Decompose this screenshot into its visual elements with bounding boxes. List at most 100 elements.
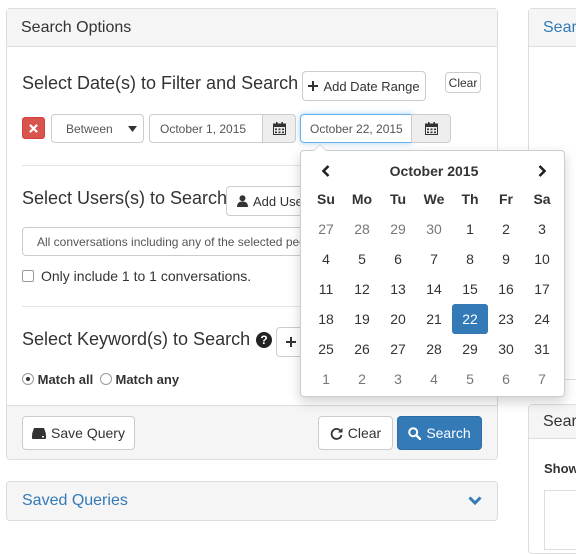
datepicker-day[interactable]: 5 — [452, 364, 488, 394]
datepicker-day[interactable]: 3 — [380, 364, 416, 394]
datepicker-day[interactable]: 7 — [524, 364, 560, 394]
datepicker-day[interactable]: 29 — [452, 334, 488, 364]
datepicker-day[interactable]: 8 — [452, 244, 488, 274]
keywords-heading: Select Keyword(s) to Search ? — [22, 329, 273, 350]
chevron-left-icon[interactable] — [308, 165, 344, 177]
match-any-label: Match any — [115, 372, 180, 387]
datepicker-day-selected[interactable]: 22 — [452, 304, 488, 334]
datepicker-day[interactable]: 28 — [344, 214, 380, 244]
datepicker-day[interactable]: 19 — [344, 304, 380, 334]
weekday-header: Mo — [351, 191, 373, 207]
clear-dates-label: Clear — [448, 75, 478, 90]
saved-queries-panel[interactable]: Saved Queries — [6, 481, 498, 521]
datepicker-day[interactable]: 16 — [488, 274, 524, 304]
datepicker-day[interactable]: 30 — [416, 214, 452, 244]
datepicker-day[interactable]: 10 — [524, 244, 560, 274]
close-icon — [29, 123, 38, 133]
datepicker-day[interactable]: 28 — [416, 334, 452, 364]
datepicker-day[interactable]: 12 — [344, 274, 380, 304]
datepicker-day[interactable]: 30 — [488, 334, 524, 364]
datepicker-day[interactable]: 4 — [416, 364, 452, 394]
match-options: Match all Match any — [22, 372, 179, 387]
refresh-icon — [330, 427, 343, 440]
datepicker-day[interactable]: 1 — [452, 214, 488, 244]
datepicker-day[interactable]: 14 — [416, 274, 452, 304]
start-date-calendar-button[interactable] — [262, 114, 296, 143]
datepicker-day[interactable]: 7 — [416, 244, 452, 274]
show-entries-label: Show — [544, 461, 576, 476]
weekday-header: Fr — [499, 191, 513, 207]
datepicker-week-row: 18 19 20 21 22 23 24 — [308, 304, 560, 334]
datepicker-day[interactable]: 23 — [488, 304, 524, 334]
datepicker-month-label[interactable]: October 2015 — [390, 163, 479, 179]
add-date-range-label: Add Date Range — [323, 78, 420, 94]
datepicker-grid: Su Mo Tu We Th Fr Sa 27 28 29 30 1 2 3 4 5 6 7 8 9 10… — [308, 184, 560, 394]
datepicker-day[interactable]: 6 — [488, 364, 524, 394]
results-table-stub — [544, 490, 576, 550]
datepicker-header: October 2015 — [308, 157, 560, 185]
chevron-right-icon[interactable] — [524, 165, 560, 177]
datepicker-day[interactable]: 2 — [488, 214, 524, 244]
svg-text:?: ? — [260, 333, 267, 347]
datepicker-day[interactable]: 17 — [524, 274, 560, 304]
datepicker-weekdays: Su Mo Tu We Th Fr Sa — [308, 184, 560, 214]
plus-icon — [308, 81, 319, 91]
remove-date-filter-button[interactable] — [22, 117, 45, 139]
datepicker-day[interactable]: 9 — [488, 244, 524, 274]
users-select-placeholder: All conversations including any of the s… — [37, 234, 322, 249]
hdd-icon — [32, 427, 47, 439]
save-query-label: Save Query — [51, 425, 125, 441]
datepicker-day[interactable]: 15 — [452, 274, 488, 304]
datepicker-day[interactable]: 21 — [416, 304, 452, 334]
datepicker-day[interactable]: 11 — [308, 274, 344, 304]
datepicker-day[interactable]: 2 — [344, 364, 380, 394]
weekday-header: Th — [461, 191, 479, 207]
search-icon — [408, 426, 422, 440]
end-date-value: October 22, 2015 — [310, 121, 403, 136]
search-button[interactable]: Search — [397, 416, 482, 450]
datepicker-day[interactable]: 18 — [308, 304, 344, 334]
datepicker-day[interactable]: 4 — [308, 244, 344, 274]
results-panel-bottom: Sear Show — [528, 404, 576, 554]
end-date-input[interactable]: October 22, 2015 — [300, 114, 412, 143]
datepicker-day[interactable]: 27 — [380, 334, 416, 364]
plus-icon — [286, 337, 296, 347]
datepicker-week-row: 11 12 13 14 15 16 17 — [308, 274, 560, 304]
question-circle-icon[interactable]: ? — [256, 331, 273, 348]
datepicker-day[interactable]: 20 — [380, 304, 416, 334]
datepicker-day[interactable]: 24 — [524, 304, 560, 334]
datepicker-day[interactable]: 31 — [524, 334, 560, 364]
datepicker-week-row: 4 5 6 7 8 9 10 — [308, 244, 560, 274]
one-to-one-checkbox[interactable] — [22, 270, 34, 282]
user-icon — [237, 195, 248, 207]
weekday-header: Sa — [533, 191, 551, 207]
clear-dates-button[interactable]: Clear — [445, 72, 481, 93]
datepicker-day[interactable]: 13 — [380, 274, 416, 304]
datepicker-day[interactable]: 25 — [308, 334, 344, 364]
datepicker-day[interactable]: 27 — [308, 214, 344, 244]
datepicker-day[interactable]: 3 — [524, 214, 560, 244]
match-any-radio[interactable] — [99, 373, 112, 385]
results-panel-top-heading: Sear — [529, 9, 576, 47]
start-date-input[interactable]: October 1, 2015 — [149, 114, 263, 143]
results-panel-top-title: Sear — [543, 18, 576, 36]
saved-queries-heading[interactable]: Saved Queries — [7, 482, 497, 520]
datepicker-day[interactable]: 26 — [344, 334, 380, 364]
datepicker-day[interactable]: 29 — [380, 214, 416, 244]
end-date-calendar-button[interactable] — [411, 114, 451, 143]
datepicker-day[interactable]: 5 — [344, 244, 380, 274]
save-query-button[interactable]: Save Query — [22, 416, 135, 450]
match-all-radio[interactable] — [22, 373, 34, 385]
datepicker-day[interactable]: 6 — [380, 244, 416, 274]
chevron-down-icon — [468, 496, 482, 506]
search-label: Search — [426, 425, 471, 441]
add-date-range-button[interactable]: Add Date Range — [302, 71, 426, 101]
weekday-header: We — [423, 191, 445, 207]
datepicker-day[interactable]: 1 — [308, 364, 344, 394]
date-mode-value: Between — [66, 121, 113, 136]
start-date-value: October 1, 2015 — [160, 121, 247, 136]
clear-button[interactable]: Clear — [318, 416, 393, 450]
dates-heading: Select Date(s) to Filter and Search — [22, 73, 299, 93]
keywords-heading-text: Select Keyword(s) to Search — [22, 329, 251, 349]
date-mode-select[interactable]: Between — [51, 114, 144, 143]
